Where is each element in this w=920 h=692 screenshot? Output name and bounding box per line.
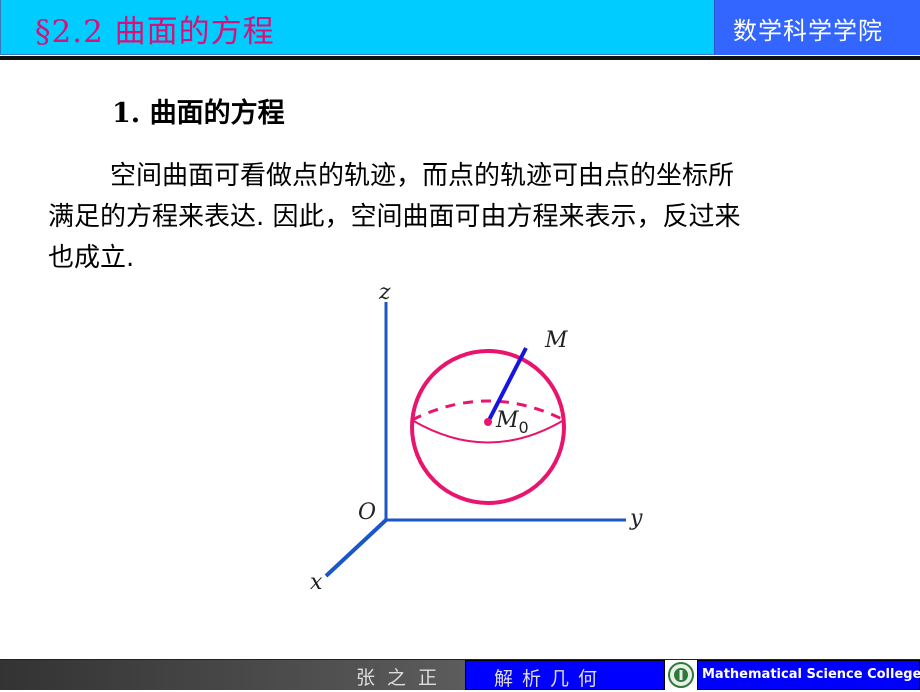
author-name: 张之正	[355, 667, 449, 689]
sphere-diagram	[324, 302, 626, 578]
footer-course-block: 解析几何	[465, 660, 665, 690]
slide-header: §2.2 曲面的方程 数学科学学院	[0, 0, 920, 55]
center-label-subscript: 0	[518, 418, 529, 437]
slide-footer: 张之正 解析几何 Mathematical Science College	[0, 659, 920, 691]
z-axis-label: z	[379, 280, 391, 305]
body-paragraph: 空间曲面可看做点的轨迹，而点的轨迹可由点的坐标所 满足的方程来表达. 因此，空间…	[48, 156, 878, 279]
institution-block: 数学科学学院	[714, 0, 920, 55]
footer-author-block: 张之正	[0, 660, 465, 690]
institution-name: 数学科学学院	[733, 17, 883, 45]
paragraph-line: 满足的方程来表达. 因此，空间曲面可由方程来表示，反过来	[48, 202, 741, 232]
section-heading: 1. 曲面的方程	[112, 98, 285, 129]
origin-label: O	[358, 500, 377, 525]
x-axis	[324, 518, 388, 578]
sphere-figure: z y x O M M0	[300, 270, 660, 600]
center-m0-label: M0	[496, 410, 529, 436]
college-name: Mathematical Science College	[702, 667, 920, 682]
slide-title: §2.2 曲面的方程	[35, 14, 275, 50]
header-divider	[0, 56, 920, 60]
course-name: 解析几何	[494, 668, 607, 690]
university-emblem-icon	[668, 662, 694, 688]
x-axis-label: x	[310, 570, 323, 595]
center-label-main: M	[496, 408, 519, 433]
sphere-outline	[410, 349, 566, 505]
center-point	[484, 418, 492, 426]
equator-back	[411, 399, 565, 422]
footer-college-block: Mathematical Science College	[697, 660, 920, 690]
point-m-label: M	[545, 328, 568, 353]
paragraph-line: 空间曲面可看做点的轨迹，而点的轨迹可由点的坐标所	[110, 161, 735, 191]
y-axis-label: y	[630, 506, 643, 531]
